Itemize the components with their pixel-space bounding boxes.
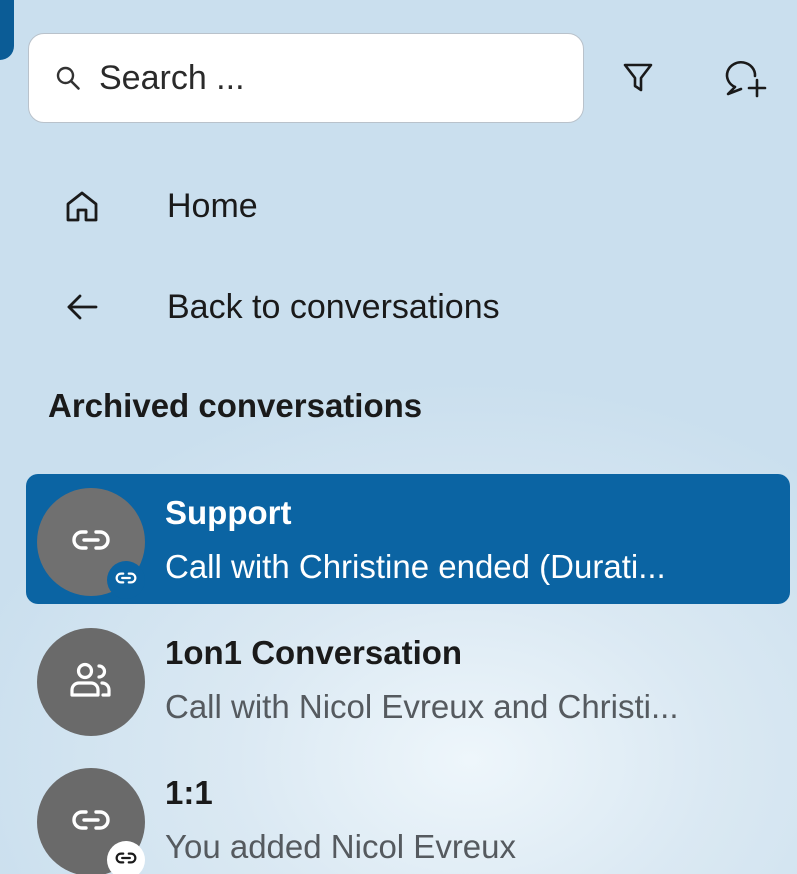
conversation-sidebar: Home Back to conversations Archived conv… [0, 0, 797, 874]
section-title: Archived conversations [48, 387, 423, 424]
conversation-last-message: You added Nicol Evreux [165, 828, 517, 865]
link-icon [115, 851, 137, 870]
link-icon [71, 809, 111, 836]
link-icon [71, 529, 111, 556]
search-box[interactable] [28, 33, 584, 123]
search-input[interactable] [99, 58, 519, 98]
conversation-title: 1:1 [165, 774, 213, 811]
conversation-last-message: Call with Christine ended (Durati... [165, 548, 666, 585]
conversation-item-1on1[interactable]: 1on1 Conversation Call with Nicol Evreux… [26, 614, 790, 744]
avatar [37, 628, 145, 736]
avatar-badge [107, 841, 145, 874]
people-icon [69, 661, 113, 704]
nav-home-label: Home [167, 186, 258, 225]
filter-icon [622, 61, 654, 100]
nav-back-to-conversations[interactable]: Back to conversations [60, 277, 500, 337]
nav-back-label: Back to conversations [167, 287, 500, 326]
conversation-title: 1on1 Conversation [165, 634, 463, 671]
conversation-item-support[interactable]: Support Call with Christine ended (Durat… [26, 474, 790, 604]
conversation-last-message: Call with Nicol Evreux and Christi... [165, 688, 679, 725]
nav-home[interactable]: Home [60, 176, 258, 236]
arrow-left-icon [60, 285, 104, 329]
new-chat-icon [721, 56, 767, 105]
conversation-title: Support [165, 494, 292, 531]
filter-button[interactable] [613, 55, 663, 105]
link-icon [115, 571, 137, 590]
search-icon [55, 65, 81, 91]
conversation-item-1-1[interactable]: 1:1 You added Nicol Evreux [26, 754, 790, 874]
new-conversation-button[interactable] [719, 55, 769, 105]
avatar-badge [107, 561, 145, 599]
window-accent-edge [0, 0, 14, 60]
home-icon [60, 184, 104, 228]
